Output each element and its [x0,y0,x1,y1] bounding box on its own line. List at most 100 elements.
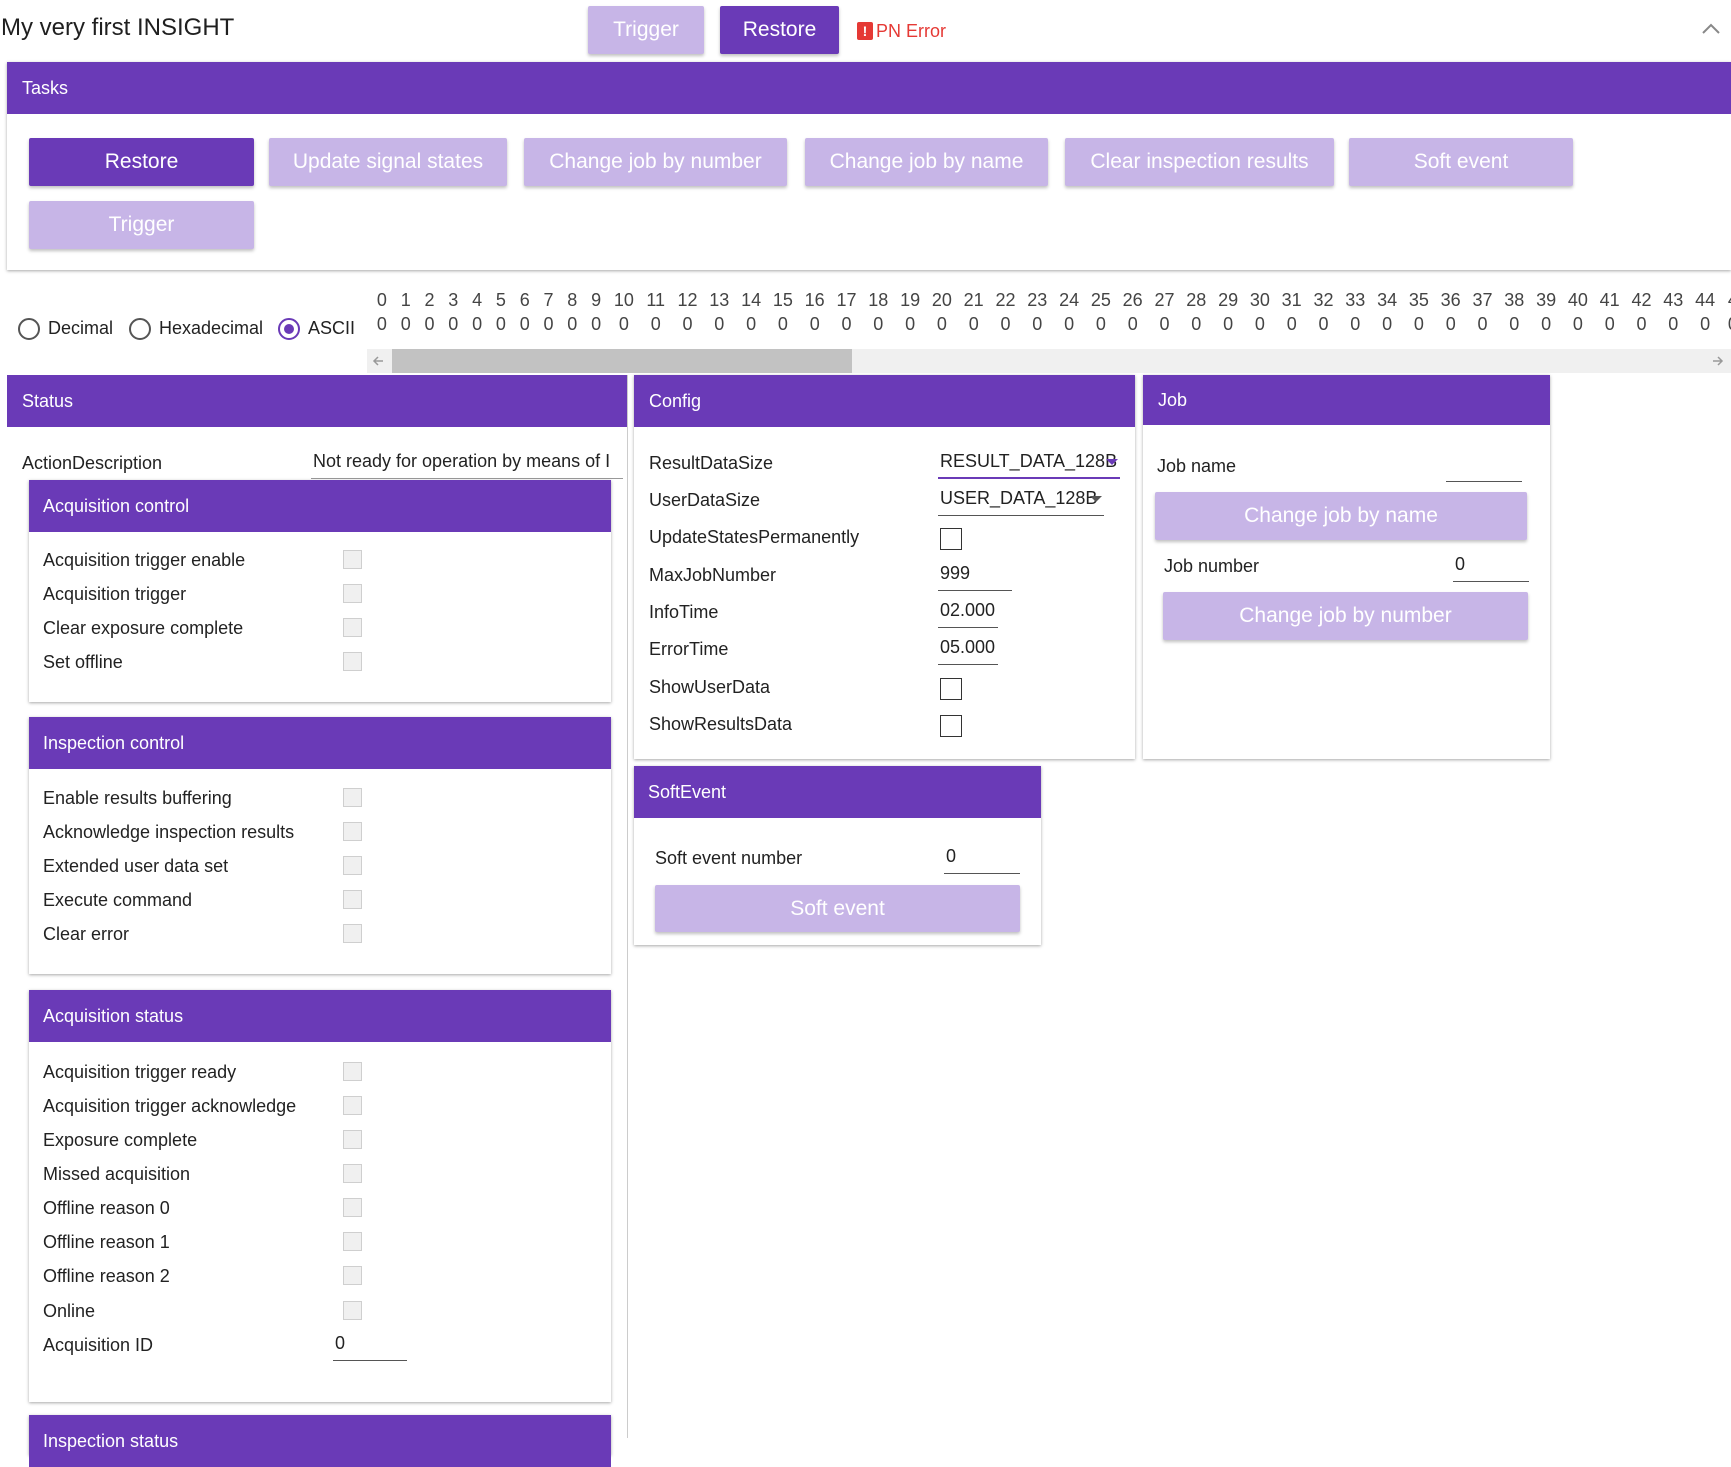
task-restore-button[interactable]: Restore [29,138,254,186]
result-data-size-select[interactable]: RESULT_DATA_128B [938,451,1120,479]
task-update-signal-states-button[interactable]: Update signal states [269,138,507,186]
pn-error-indicator[interactable]: ! PN Error [857,20,946,42]
result-data-size-value: RESULT_DATA_128B [940,451,1118,471]
byte-index: 44 [1695,290,1716,310]
byte-index: 22 [995,290,1016,310]
byte-value: 0 [1286,314,1297,334]
clear-error-checkbox [343,924,362,943]
max-job-number-field[interactable]: 999 [938,563,1012,591]
radio-decimal-label: Decimal [48,318,114,338]
acq-trigger-ready-label: Acquisition trigger ready [43,1062,237,1082]
radio-decimal[interactable] [18,318,40,340]
byte-value: 0 [746,314,757,334]
change-job-by-name-button[interactable]: Change job by name [1155,492,1527,540]
user-data-size-value: USER_DATA_128B [940,488,1098,508]
show-user-data-checkbox[interactable] [940,678,962,700]
extended-user-data-set-checkbox [343,856,362,875]
scrollbar-thumb[interactable] [392,349,852,373]
update-states-permanently-checkbox[interactable] [940,528,962,550]
error-time-field[interactable]: 05.000 [938,637,998,665]
offline-reason-2-label: Offline reason 2 [43,1266,170,1286]
extended-user-data-set-label: Extended user data set [43,856,229,876]
inspection-status-header: Inspection status [29,1415,611,1467]
byte-value: 0 [1509,314,1520,334]
user-data-size-label: UserDataSize [649,490,761,510]
task-change-job-by-number-button[interactable]: Change job by number [524,138,787,186]
soft-event-number-field[interactable]: 0 [944,846,1020,874]
byte-index: 25 [1090,290,1111,310]
byte-value: 0 [1000,314,1011,334]
task-change-job-by-name-button[interactable]: Change job by name [805,138,1048,186]
config-header: Config [634,375,1135,427]
byte-value: 0 [1636,314,1647,334]
online-label: Online [43,1301,96,1321]
byte-value: 0 [1445,314,1456,334]
task-clear-inspection-results-button[interactable]: Clear inspection results [1065,138,1334,186]
info-time-field[interactable]: 02.000 [938,600,998,628]
acquisition-control-header: Acquisition control [29,480,611,532]
byte-index: 34 [1377,290,1398,310]
clear-exposure-complete-label: Clear exposure complete [43,618,244,638]
radio-ascii-label: ASCII [308,318,356,338]
acknowledge-inspection-results-checkbox [343,822,362,841]
byte-value: 0 [448,314,459,334]
radio-ascii[interactable] [278,318,300,340]
byte-index: 19 [900,290,921,310]
job-number-label: Job number [1164,556,1260,576]
change-job-by-number-button[interactable]: Change job by number [1163,592,1528,640]
byte-index: 40 [1567,290,1588,310]
exposure-complete-label: Exposure complete [43,1130,198,1150]
inspection-status-panel: Inspection status [29,1415,611,1467]
error-text: PN Error [876,20,947,41]
byte-value: 0 [1572,314,1583,334]
byte-value: 0 [650,314,661,334]
acquisition-id-label: Acquisition ID [43,1335,154,1355]
task-trigger-button[interactable]: Trigger [29,201,254,249]
inspection-control-header: Inspection control [29,717,611,769]
task-soft-event-button[interactable]: Soft event [1349,138,1573,186]
exposure-complete-checkbox [343,1130,362,1149]
horizontal-scrollbar[interactable] [367,349,1731,373]
byte-value: 0 [618,314,629,334]
byte-value: 0 [682,314,693,334]
show-results-data-checkbox[interactable] [940,715,962,737]
update-states-permanently-label: UpdateStatesPermanently [649,527,860,547]
dropdown-arrow-icon [1106,459,1118,465]
byte-value: 0 [591,314,602,334]
byte-value: 0 [905,314,916,334]
byte-value: 0 [1477,314,1488,334]
soft-event-button[interactable]: Soft event [655,885,1020,932]
byte-value: 0 [376,314,387,334]
byte-value: 0 [1127,314,1138,334]
action-description-field[interactable]: Not ready for operation by means of I [311,451,623,479]
chevron-up-icon[interactable] [1700,18,1722,40]
byte-value: 0 [1223,314,1234,334]
header-restore-button[interactable]: Restore [720,6,839,54]
job-header: Job [1143,375,1550,425]
byte-index: 32 [1313,290,1334,310]
user-data-size-select[interactable]: USER_DATA_128B [938,488,1104,516]
acq-trigger-acknowledge-checkbox [343,1096,362,1115]
tasks-header: Tasks [7,62,1731,114]
clear-error-label: Clear error [43,924,130,944]
scroll-right-arrow-icon[interactable] [1705,349,1729,373]
enable-results-buffering-label: Enable results buffering [43,788,232,808]
byte-index: 31 [1281,290,1302,310]
byte-index: 35 [1408,290,1429,310]
job-name-field[interactable] [1446,454,1522,482]
acquisition-id-field[interactable]: 0 [333,1333,407,1361]
byte-value: 0 [495,314,506,334]
error-icon: ! [857,22,873,40]
action-description-label: ActionDescription [22,453,163,473]
byte-value: 0 [1191,314,1202,334]
enable-results-buffering-checkbox [343,788,362,807]
byte-value: 0 [809,314,820,334]
job-number-field[interactable]: 0 [1453,554,1529,582]
byte-value: 0 [400,314,411,334]
byte-index: 27 [1154,290,1175,310]
byte-index: 39 [1536,290,1557,310]
scroll-left-arrow-icon[interactable] [367,349,391,373]
header-trigger-button[interactable]: Trigger [588,6,704,54]
radio-hexadecimal[interactable] [129,318,151,340]
byte-index: 21 [963,290,984,310]
